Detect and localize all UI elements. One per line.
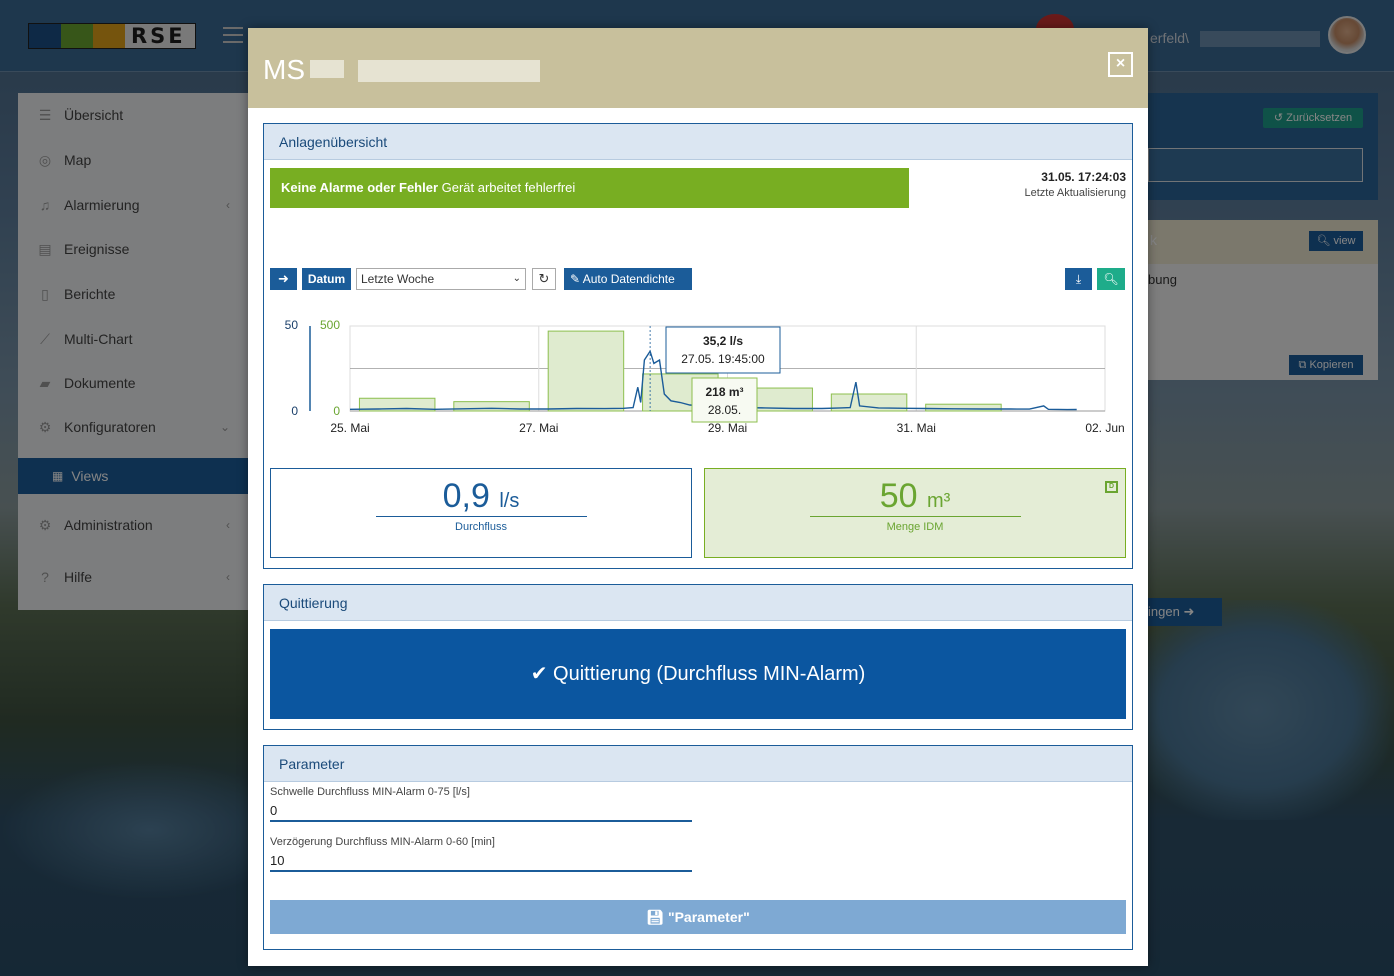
y-right-tick-label: 500 <box>320 318 340 332</box>
x-tick-label: 31. Mai <box>897 421 936 435</box>
close-icon: × <box>1115 55 1126 72</box>
last-update: 31.05. 17:24:03 Letzte Aktualisierung <box>1024 170 1126 199</box>
modal-title: MS <box>263 54 305 85</box>
bar-tooltip-value: 218 m³ <box>705 385 743 399</box>
tile-durchfluss-value: 0,9 l/s <box>442 477 520 515</box>
tile-menge-idm: 50 m³ Menge IDM D <box>704 468 1126 558</box>
alarm-status-bar: Keine Alarme oder Fehler Gerät arbeitet … <box>270 168 909 208</box>
tile-underline <box>376 516 587 517</box>
tile-menge-value: 50 m³ <box>879 477 951 515</box>
chevron-down-icon: ⌄ <box>512 273 521 284</box>
tile-durchfluss: 0,9 l/s Durchfluss <box>270 468 692 558</box>
title-redacted <box>358 60 540 82</box>
tile-underline <box>810 516 1021 517</box>
line-tooltip-value: 35,2 l/s <box>703 334 743 348</box>
line-tooltip-date: 27.05. 19:45:00 <box>681 352 765 366</box>
auto-density-button[interactable]: ✎ Auto Datendichte <box>564 268 692 290</box>
range-select[interactable]: Letzte Woche ⌄ <box>356 268 526 290</box>
chart-svg[interactable]: 500500025. Mai 27. Mai 29. Mai 31. Mai 02. J… <box>270 312 1130 442</box>
overview-panel: Anlagenübersicht Keine Alarme oder Fehle… <box>263 123 1133 569</box>
y-left-tick-label: 50 <box>285 318 299 332</box>
overview-heading: Anlagenübersicht <box>264 124 1132 160</box>
download-button[interactable]: ⤓ <box>1065 268 1092 290</box>
arrow-left-icon: ➜ <box>278 271 289 286</box>
refresh-icon: ↻ <box>538 271 550 286</box>
parameter-panel: Parameter Schwelle Durchfluss MIN-Alarm … <box>263 745 1133 950</box>
zoom-button[interactable]: 🔍︎ <box>1097 268 1125 290</box>
last-update-time: 31.05. 17:24:03 <box>1041 170 1126 184</box>
magic-wand-icon: ✎ <box>570 272 583 286</box>
check-icon: ✔ <box>530 663 554 685</box>
x-tick-label: 25. Mai <box>330 421 369 435</box>
threshold-input[interactable] <box>270 800 692 822</box>
chart-bar <box>925 403 1002 412</box>
quittierung-panel: Quittierung ✔ Quittierung (Durchfluss MI… <box>263 584 1133 730</box>
acknowledge-button[interactable]: ✔ Quittierung (Durchfluss MIN-Alarm) <box>270 629 1126 719</box>
close-button[interactable]: × <box>1108 52 1133 77</box>
datum-button[interactable]: Datum <box>302 268 351 290</box>
x-tick-label: 27. Mai <box>519 421 558 435</box>
tile-menge-label: Menge IDM <box>886 521 944 533</box>
bar-tooltip-date: 28.05. <box>708 403 741 417</box>
alarm-status-bold: Keine Alarme oder Fehler <box>281 180 439 195</box>
y-right-tick-label: 0 <box>333 404 340 418</box>
alarm-status-text: Gerät arbeitet fehlerfrei <box>438 180 576 195</box>
last-update-label: Letzte Aktualisierung <box>1024 187 1126 199</box>
quittierung-heading: Quittierung <box>264 585 1132 621</box>
save-icon: 💾︎ <box>646 909 668 925</box>
x-tick-label: 29. Mai <box>708 421 747 435</box>
flow-chart[interactable]: 50 0 500 0 25. Mai 27. Mai 29. Mai 31. Mai 02. J… <box>270 312 1130 442</box>
threshold-label: Schwelle Durchfluss MIN-Alarm 0-75 [l/s] <box>270 786 470 798</box>
daily-calendar-icon[interactable]: D <box>1105 481 1118 493</box>
download-icon: ⤓ <box>1075 272 1082 286</box>
title-redacted <box>310 60 344 78</box>
zoom-icon: 🔍︎ <box>1103 272 1119 286</box>
tile-durchfluss-label: Durchfluss <box>455 521 507 533</box>
back-button[interactable]: ➜ <box>270 268 297 290</box>
save-parameter-button[interactable]: 💾︎ "Parameter" <box>270 900 1126 934</box>
delay-label: Verzögerung Durchfluss MIN-Alarm 0-60 [m… <box>270 836 495 848</box>
modal-header: MS × <box>248 28 1148 108</box>
parameter-heading: Parameter <box>264 746 1132 782</box>
x-tick-label: 02. Jun <box>1085 421 1124 435</box>
y-left-tick-label: 0 <box>291 404 298 418</box>
device-modal: MS × Anlagenübersicht Keine Alarme oder … <box>248 28 1148 966</box>
refresh-button[interactable]: ↻ <box>532 268 556 290</box>
delay-input[interactable] <box>270 850 692 872</box>
chart-bar <box>547 330 625 412</box>
